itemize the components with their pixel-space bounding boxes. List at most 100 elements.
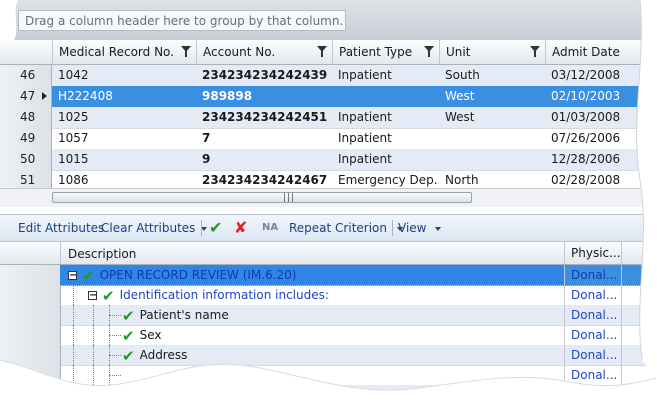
cell-admit-date[interactable]: 02/10/2003	[545, 86, 657, 107]
tree-node[interactable]: ✔ Sex	[122, 325, 161, 345]
tree-row[interactable]: ✔ Sex Donal...	[0, 325, 657, 346]
extra-cell[interactable]	[621, 285, 657, 305]
collapse-icon[interactable]: −	[68, 271, 77, 281]
cell-patient-type[interactable]: Inpatient	[332, 107, 439, 128]
physician-cell[interactable]: Donal...	[564, 345, 624, 365]
cell-unit[interactable]: West	[439, 107, 545, 128]
row-number[interactable]: 48	[0, 107, 52, 128]
physician-cell[interactable]: Donal...	[564, 305, 624, 325]
col-header-extra[interactable]	[621, 242, 657, 264]
patient-grid[interactable]: Medical Record No. Account No. Patient T…	[0, 40, 657, 207]
extra-cell[interactable]	[621, 305, 657, 325]
cell-account[interactable]: 7	[196, 128, 332, 149]
group-by-panel[interactable]: Drag a column header here to group by th…	[0, 0, 657, 41]
cell-patient-type[interactable]: Inpatient	[332, 149, 439, 170]
tree-row[interactable]: ✔ Address Donal...	[0, 345, 657, 366]
tree-row[interactable]: Donal...	[0, 385, 657, 406]
cell-mrn[interactable]: 1015	[52, 149, 196, 170]
table-row[interactable]: 46 1042 234234234242439 Inpatient South 03/12…	[0, 65, 657, 87]
col-header-unit[interactable]: Unit	[439, 40, 545, 64]
collapse-icon[interactable]: −	[88, 291, 97, 301]
col-header-admit-date[interactable]: Admit Date	[545, 40, 657, 64]
physician-cell[interactable]: Donal...	[564, 385, 624, 405]
cell-unit[interactable]	[439, 149, 545, 170]
cell-unit[interactable]: South	[439, 65, 545, 86]
cell-mrn[interactable]: 1057	[52, 128, 196, 149]
cell-patient-type[interactable]: Inpatient	[332, 65, 439, 86]
repeat-criterion-button[interactable]: Repeat Criterion	[289, 215, 404, 241]
filter-icon[interactable]	[530, 46, 540, 57]
tree-row[interactable]: − ✔ Identification information includes: Do…	[0, 285, 657, 306]
tree-row-gutter[interactable]	[0, 365, 61, 385]
col-header-account[interactable]: Account No.	[196, 40, 332, 64]
tree-node[interactable]: − ✔ OPEN RECORD REVIEW (IM.6.20)	[68, 265, 297, 285]
cell-account[interactable]: 989898	[196, 86, 332, 107]
tree-row-gutter[interactable]	[0, 325, 61, 345]
cell-admit-date[interactable]: 01/03/2008	[545, 107, 657, 128]
check-icon[interactable]: ✔	[122, 347, 135, 365]
physician-cell[interactable]: Donal...	[564, 325, 624, 345]
row-number[interactable]: 46	[0, 65, 52, 86]
tree-row-gutter[interactable]	[0, 265, 61, 285]
extra-cell[interactable]	[621, 385, 657, 405]
check-icon[interactable]: ✔	[209, 215, 222, 241]
cell-patient-type[interactable]: Inpatient	[332, 128, 439, 149]
cell-account[interactable]: 9	[196, 149, 332, 170]
extra-cell[interactable]	[621, 325, 657, 345]
table-row[interactable]: 48 1025 234234234242451 Inpatient West 01/03/…	[0, 107, 657, 129]
row-number[interactable]: 49	[0, 128, 52, 149]
row-number[interactable]: 50	[0, 149, 52, 170]
cell-mrn[interactable]: H222408	[52, 86, 196, 107]
table-row[interactable]: 49 1057 7 Inpatient 07/26/2006	[0, 128, 657, 150]
extra-cell[interactable]	[621, 345, 657, 365]
cell-account[interactable]: 234234234242439	[196, 65, 332, 86]
check-icon[interactable]: ✔	[122, 307, 135, 325]
extra-cell[interactable]	[621, 365, 657, 385]
cell-mrn[interactable]: 1025	[52, 107, 196, 128]
table-row[interactable]: 50 1015 9 Inpatient 12/28/2006	[0, 149, 657, 171]
col-header-mrn[interactable]: Medical Record No.	[52, 40, 196, 64]
filter-icon[interactable]	[317, 46, 327, 57]
cell-unit[interactable]: West	[439, 86, 545, 107]
tree-row[interactable]: ✔ Patient's name Donal...	[0, 305, 657, 326]
edit-attributes-button[interactable]: Edit Attributes	[18, 215, 104, 241]
clear-attributes-button[interactable]: Clear Attributes	[101, 215, 208, 241]
tree-node[interactable]: − ✔ Identification information includes:	[88, 285, 329, 305]
tree-row-gutter[interactable]	[0, 345, 61, 365]
tree-row-gutter[interactable]	[0, 285, 61, 305]
extra-cell[interactable]	[621, 265, 657, 285]
criteria-tree-grid[interactable]: Description Physic... − ✔ OPEN RECORD REVI…	[0, 242, 657, 417]
tree-row-gutter[interactable]	[0, 385, 61, 405]
physician-cell[interactable]: Donal...	[564, 365, 624, 385]
physician-cell[interactable]: Donal...	[564, 265, 624, 285]
cell-account[interactable]: 234234234242451	[196, 107, 332, 128]
view-menu-button[interactable]: View	[398, 215, 442, 241]
tree-node[interactable]: ✔ Patient's name	[122, 305, 229, 325]
row-header-corner	[0, 40, 52, 64]
table-row[interactable]: 47 H222408 989898 West 02/10/2003	[0, 86, 657, 108]
check-icon[interactable]: ✔	[122, 327, 135, 345]
tree-row[interactable]: − ✔ OPEN RECORD REVIEW (IM.6.20) Donal...	[0, 265, 657, 286]
physician-cell[interactable]: Donal...	[564, 285, 624, 305]
cell-mrn[interactable]: 1042	[52, 65, 196, 86]
col-header-description[interactable]: Description	[68, 243, 136, 265]
tree-row[interactable]: Donal...	[0, 365, 657, 386]
na-button[interactable]: NA	[262, 215, 278, 241]
col-header-admit-date-label: Admit Date	[552, 45, 620, 59]
col-header-physician[interactable]: Physic...	[564, 242, 621, 264]
col-header-patient-type[interactable]: Patient Type	[332, 40, 439, 64]
cell-admit-date[interactable]: 03/12/2008	[545, 65, 657, 86]
scrollbar-thumb[interactable]: |||	[52, 192, 472, 203]
cell-patient-type[interactable]	[332, 86, 439, 107]
tree-node[interactable]: ✔ Address	[122, 345, 187, 365]
check-icon[interactable]: ✔	[82, 267, 95, 285]
filter-icon[interactable]	[424, 46, 434, 57]
cell-admit-date[interactable]: 12/28/2006	[545, 149, 657, 170]
tree-row-gutter[interactable]	[0, 305, 61, 325]
cell-admit-date[interactable]: 07/26/2006	[545, 128, 657, 149]
close-icon[interactable]: ✘	[234, 215, 247, 241]
horizontal-scrollbar[interactable]: |||	[0, 188, 657, 207]
filter-icon[interactable]	[181, 46, 191, 57]
cell-unit[interactable]	[439, 128, 545, 149]
check-icon[interactable]: ✔	[102, 287, 115, 305]
